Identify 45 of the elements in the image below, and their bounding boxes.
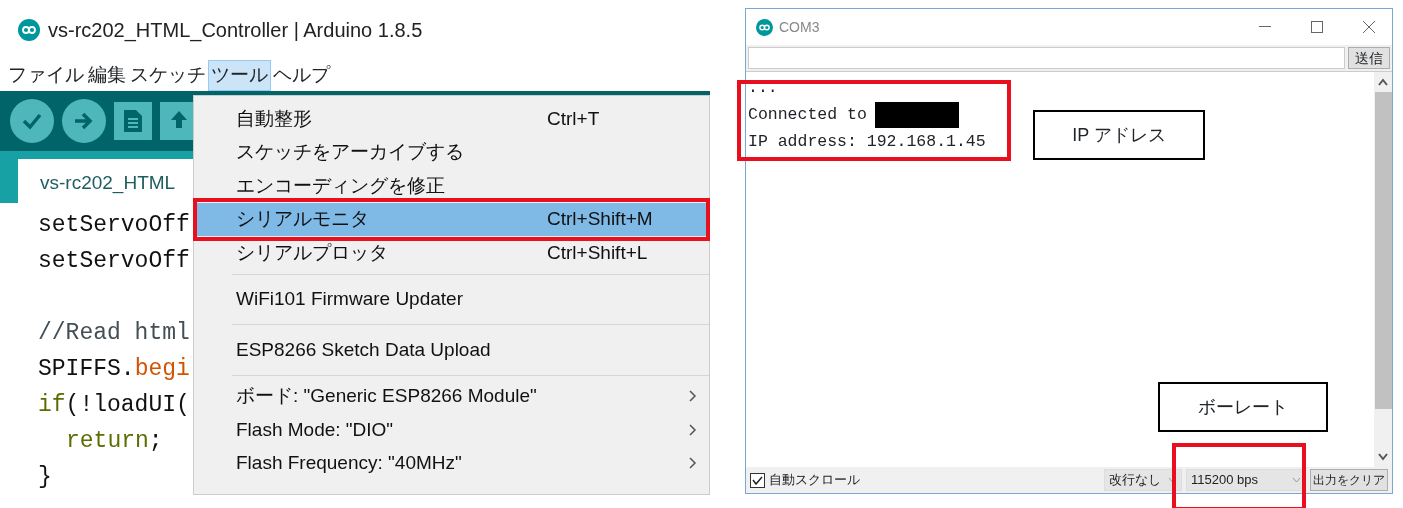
caret-icon xyxy=(1292,477,1301,483)
code-line: } xyxy=(38,463,52,492)
output-line: Connected to xyxy=(748,105,867,124)
verify-button[interactable] xyxy=(10,98,54,143)
menu-item[interactable]: 編集 xyxy=(86,61,128,90)
close-icon[interactable] xyxy=(1363,21,1375,33)
scroll-down-icon[interactable] xyxy=(1378,453,1388,461)
callout-label: ボーレート xyxy=(1158,382,1328,432)
app-logo-icon xyxy=(756,18,773,36)
menu-item[interactable]: Flash Mode: "DIO" xyxy=(194,413,709,447)
code-line: if(!loadUI( xyxy=(38,391,190,420)
output-line: IP address: 192.168.1.45 xyxy=(748,132,986,151)
send-input-field[interactable] xyxy=(748,47,1345,69)
callout-label: IP アドレス xyxy=(1033,110,1205,160)
menu-item[interactable]: ESP8266 Sketch Data Upload xyxy=(194,333,709,367)
menu-item[interactable]: ボード: "Generic ESP8266 Module" xyxy=(194,379,709,413)
code-line: return; xyxy=(65,427,163,456)
minimize-icon[interactable] xyxy=(1259,26,1271,28)
menu-item[interactable]: スケッチ xyxy=(128,61,208,90)
menu-item[interactable]: シリアルプロッタ Ctrl+Shift+L xyxy=(194,236,709,270)
code-line: SPIFFS.begi xyxy=(38,355,190,384)
app-logo-icon xyxy=(18,18,40,41)
send-button[interactable]: 送信 xyxy=(1348,47,1390,69)
output-line: ... xyxy=(748,78,778,97)
upload-button[interactable] xyxy=(62,98,106,143)
clear-output-button[interactable]: 出力をクリア xyxy=(1310,469,1388,491)
window-title: COM3 xyxy=(779,18,820,35)
scroll-up-icon[interactable] xyxy=(1378,78,1388,86)
code-line: setServoOff xyxy=(38,247,190,276)
code-line: //Read html xyxy=(38,319,190,348)
new-file-button[interactable] xyxy=(114,101,152,140)
autoscroll-checkbox[interactable] xyxy=(750,472,765,488)
window-title: vs-rc202_HTML_Controller | Arduino 1.8.5 xyxy=(48,17,423,44)
scrollbar-thumb[interactable] xyxy=(1374,92,1392,409)
code-line: setServoOff xyxy=(38,211,190,240)
autoscroll-label: 自動スクロール xyxy=(769,472,860,488)
menu-item[interactable]: ファイル xyxy=(6,61,86,90)
line-ending-dropdown[interactable]: 改行なし xyxy=(1104,469,1182,491)
menu-item[interactable]: WiFi101 Firmware Updater xyxy=(194,282,709,316)
maximize-icon[interactable] xyxy=(1311,21,1323,33)
file-icon xyxy=(123,108,143,133)
menu-item[interactable]: シリアルモニタ Ctrl+Shift+M xyxy=(194,202,709,236)
menu-item[interactable]: ツール xyxy=(208,60,271,91)
menu-item[interactable]: Flash Frequency: "40MHz" xyxy=(194,446,709,480)
menu-item[interactable]: ヘルプ xyxy=(271,61,332,90)
